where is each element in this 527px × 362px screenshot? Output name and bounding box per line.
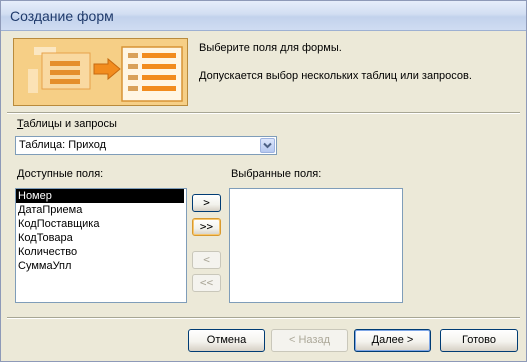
footer-separator	[7, 317, 520, 319]
combobox-dropdown-button[interactable]	[260, 138, 275, 153]
available-fields-label: Доступные поля:	[17, 168, 104, 180]
list-item[interactable]: Количество	[16, 245, 186, 259]
back-button[interactable]: < Назад	[271, 329, 348, 352]
available-fields-list[interactable]: Номер ДатаПриема КодПоставщика КодТовара…	[15, 188, 187, 303]
combobox-value: Таблица: Приход	[19, 139, 107, 151]
selected-fields-label: Выбранные поля:	[231, 168, 322, 180]
list-item[interactable]: ДатаПриема	[16, 203, 186, 217]
cancel-button[interactable]: Отмена	[188, 329, 265, 352]
wizard-fields-illustration-icon	[14, 39, 187, 105]
tables-queries-combobox[interactable]: Таблица: Приход	[15, 136, 277, 155]
form-wizard-dialog: Создание форм Выберите поля для формы. Д…	[0, 0, 527, 362]
header-separator	[7, 112, 520, 114]
list-item[interactable]: КодТовара	[16, 231, 186, 245]
add-field-button[interactable]: >	[192, 194, 221, 212]
wizard-illustration	[13, 38, 188, 106]
list-item[interactable]: КодПоставщика	[16, 217, 186, 231]
window-title: Создание форм	[10, 8, 114, 24]
finish-button[interactable]: Готово	[440, 329, 518, 352]
tables-queries-label: Таблицы и запросы	[17, 118, 117, 130]
selected-fields-list[interactable]	[229, 188, 403, 303]
title-bar[interactable]: Создание форм	[1, 1, 526, 31]
list-item[interactable]: СуммаУпл	[16, 259, 186, 273]
instruction-select-fields: Выберите поля для формы.	[199, 42, 342, 54]
tables-label-text: аблицы и запросы	[23, 118, 117, 130]
remove-all-fields-button[interactable]: <<	[192, 274, 221, 292]
chevron-down-icon	[263, 142, 272, 149]
instruction-multiple-sources: Допускается выбор нескольких таблиц или …	[199, 70, 472, 82]
list-item[interactable]: Номер	[16, 189, 185, 204]
add-all-fields-button[interactable]: >>	[192, 218, 221, 236]
remove-field-button[interactable]: <	[192, 251, 221, 269]
next-button[interactable]: Далее >	[354, 329, 431, 352]
